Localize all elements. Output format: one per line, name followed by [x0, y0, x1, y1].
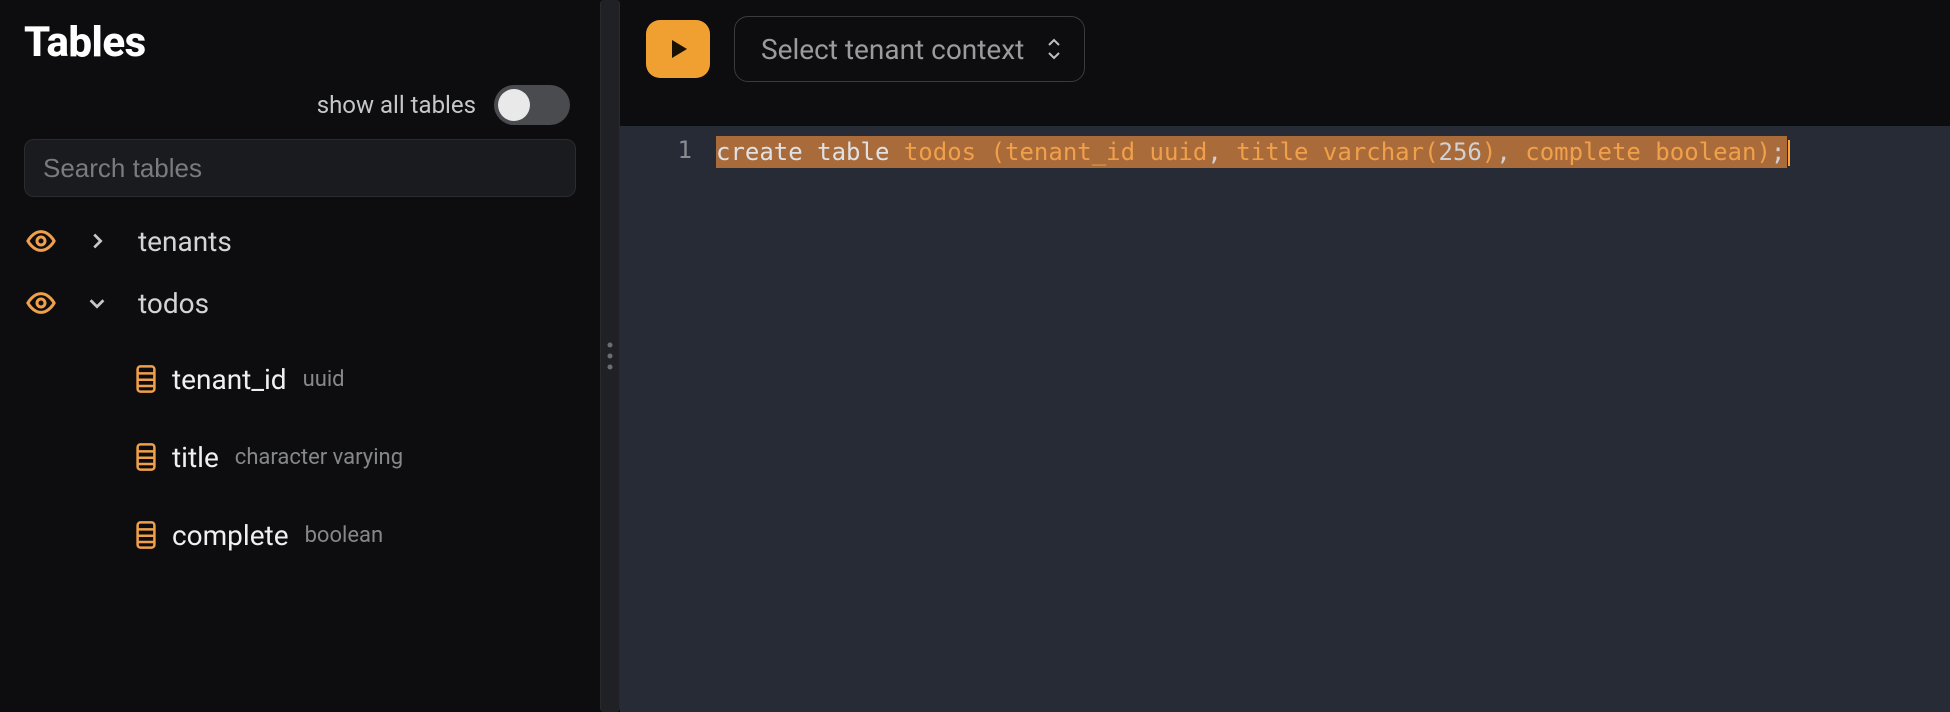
tok-identifier: complete [1525, 138, 1641, 166]
toggle-thumb [498, 89, 530, 121]
tenant-select-placeholder: Select tenant context [761, 33, 1024, 66]
table-label: tenants [138, 225, 232, 258]
column-row[interactable]: tenant_id uuid [24, 359, 576, 399]
column-type: boolean [305, 523, 384, 548]
tok-punc: , [1207, 138, 1221, 166]
column-icon [136, 521, 156, 549]
column-row[interactable]: title character varying [24, 437, 576, 477]
tok-identifier: todos [904, 138, 976, 166]
visibility-icon[interactable] [26, 288, 56, 318]
show-all-tables-label: show all tables [317, 91, 476, 119]
column-type: uuid [303, 367, 345, 392]
column-name: tenant_id [172, 363, 287, 396]
run-query-button[interactable] [646, 20, 710, 78]
search-tables-input[interactable] [24, 139, 576, 197]
tok-type: varchar [1323, 138, 1424, 166]
tok-punc: ) [1756, 138, 1770, 166]
table-row-tenants[interactable]: tenants [24, 221, 576, 261]
show-all-tables-toggle[interactable] [494, 85, 570, 125]
table-label: todos [138, 287, 209, 320]
chevron-down-icon[interactable] [86, 292, 108, 314]
editor-toolbar: Select tenant context [620, 0, 1950, 98]
main-panel: Select tenant context 1 create table tod… [620, 0, 1950, 712]
play-icon [666, 36, 690, 62]
column-name: complete [172, 519, 289, 552]
tok-punc: ; [1771, 138, 1785, 166]
column-row[interactable]: complete boolean [24, 515, 576, 555]
column-icon [136, 443, 156, 471]
column-icon [136, 365, 156, 393]
tok-type: boolean [1655, 138, 1756, 166]
code-line: create table todos (tenant_id uuid, titl… [716, 136, 1787, 168]
columns-list: tenant_id uuid title character varying [24, 359, 576, 555]
column-name: title [172, 441, 219, 474]
visibility-icon[interactable] [26, 226, 56, 256]
tok-keyword: create [716, 138, 803, 166]
code-area[interactable]: create table todos (tenant_id uuid, titl… [716, 126, 1950, 712]
tok-type: uuid [1150, 138, 1208, 166]
tok-identifier: title [1236, 138, 1308, 166]
table-row-todos[interactable]: todos [24, 283, 576, 323]
tok-punc: ( [1424, 138, 1438, 166]
tok-keyword: table [817, 138, 889, 166]
sidebar: Tables show all tables [0, 0, 600, 712]
sidebar-title: Tables [24, 18, 576, 67]
line-number: 1 [620, 136, 692, 164]
column-type: character varying [235, 445, 403, 470]
editor-caret [1788, 140, 1790, 166]
tok-number: 256 [1439, 138, 1482, 166]
select-chevrons-icon [1046, 38, 1062, 60]
pane-resize-handle[interactable] [600, 0, 620, 712]
tok-punc: , [1496, 138, 1510, 166]
sql-editor[interactable]: 1 create table todos (tenant_id uuid, ti… [620, 126, 1950, 712]
tables-tree: tenants todos [24, 221, 576, 555]
tok-punc: ( [991, 138, 1005, 166]
chevron-right-icon[interactable] [86, 230, 108, 252]
drag-handle-icon [608, 343, 613, 370]
tok-identifier: tenant_id [1005, 138, 1135, 166]
show-all-row: show all tables [24, 85, 576, 125]
tok-punc: ) [1482, 138, 1496, 166]
line-gutter: 1 [620, 126, 716, 712]
tenant-context-select[interactable]: Select tenant context [734, 16, 1085, 82]
